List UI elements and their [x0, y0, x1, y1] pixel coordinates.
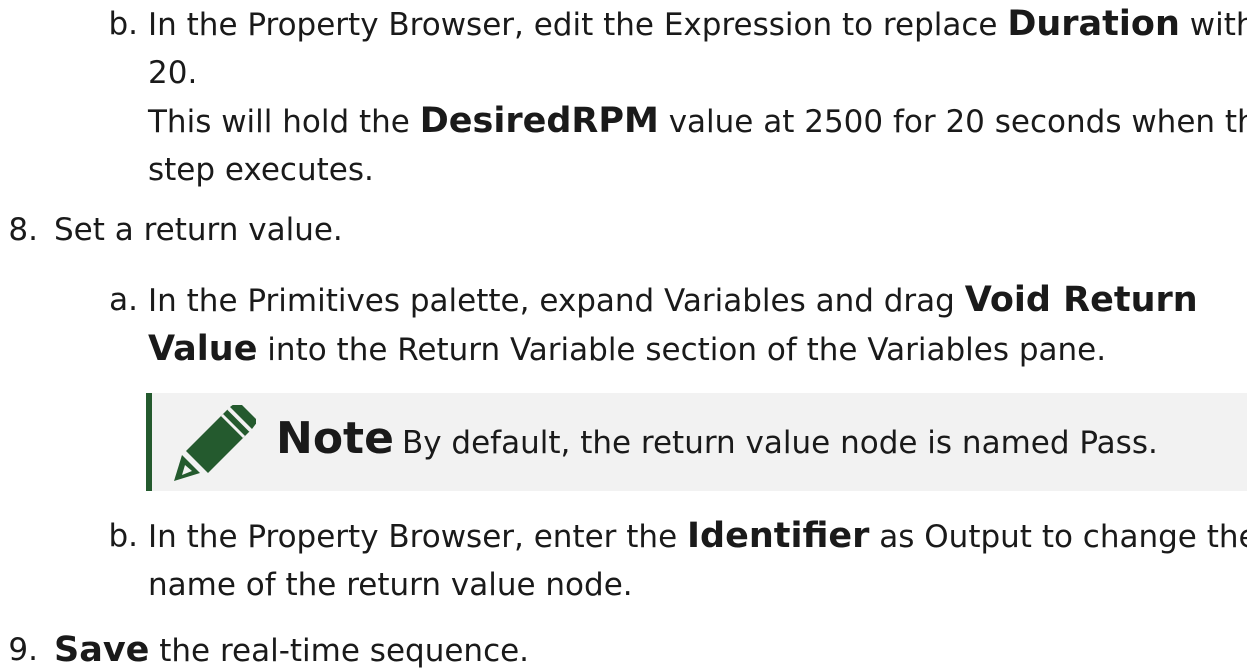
- step-8-marker: 8.: [8, 212, 38, 248]
- step-7b: In the Property Browser, edit the Expres…: [148, 0, 1247, 194]
- step-7b-text: In the Property Browser, edit the Expres…: [148, 7, 1008, 43]
- step-8a-line-1: In the Primitives palette, expand Variab…: [148, 276, 1198, 325]
- note-label: Note: [276, 413, 394, 464]
- step-9-bold-term: Save: [54, 630, 150, 670]
- step-7b-bold-term: Duration: [1007, 4, 1180, 44]
- step-7b-text-end: with: [1189, 7, 1247, 43]
- step-7b-info-line-2: step executes.: [148, 152, 374, 188]
- step-8b-bold-term: Identifier: [687, 516, 870, 556]
- step-7b-marker: b.: [108, 6, 138, 42]
- step-8a: In the Primitives palette, expand Variab…: [148, 276, 1198, 374]
- step-8b-text-end: as Output to change the: [869, 519, 1247, 555]
- step-7b-info-bold-term: DesiredRPM: [419, 101, 659, 141]
- step-8a-text-end: into the Return Variable section of the …: [257, 332, 1107, 368]
- step-9-text: the real-time sequence.: [149, 633, 530, 669]
- step-8a-bold-term-cont: Value: [148, 329, 258, 369]
- step-7b-info-text-end: value at 2500 for 20 seconds when this: [658, 104, 1247, 140]
- step-8a-marker: a.: [109, 282, 138, 318]
- step-7b-line-1: In the Property Browser, edit the Expres…: [148, 0, 1247, 49]
- step-9: Save the real-time sequence.: [54, 626, 529, 670]
- step-8b-text: In the Property Browser, enter the: [148, 519, 688, 555]
- document-page: b. In the Property Browser, edit the Exp…: [0, 0, 1247, 670]
- note-callout: Note By default, the return value node is…: [146, 393, 1247, 491]
- step-7b-line-2: 20.: [148, 55, 198, 91]
- step-8b-marker: b.: [108, 518, 138, 554]
- step-8a-line-2: Value into the Return Variable section o…: [148, 325, 1198, 374]
- step-9-marker: 9.: [8, 632, 38, 668]
- note-text: By default, the return value node is nam…: [401, 425, 1158, 461]
- step-8b-line-2: name of the return value node.: [148, 567, 633, 603]
- note-content: Note By default, the return value node is…: [276, 415, 1158, 467]
- step-8b: In the Property Browser, enter the Ident…: [148, 512, 1247, 609]
- pencil-icon: [174, 405, 256, 481]
- step-8a-bold-term: Void Return: [964, 280, 1198, 320]
- step-8a-text: In the Primitives palette, expand Variab…: [148, 283, 965, 319]
- step-7b-info-line-1: This will hold the DesiredRPM value at 2…: [148, 97, 1247, 146]
- step-8b-line-1: In the Property Browser, enter the Ident…: [148, 512, 1247, 561]
- step-7b-info-text: This will hold the: [148, 104, 420, 140]
- step-8-text: Set a return value.: [54, 212, 343, 248]
